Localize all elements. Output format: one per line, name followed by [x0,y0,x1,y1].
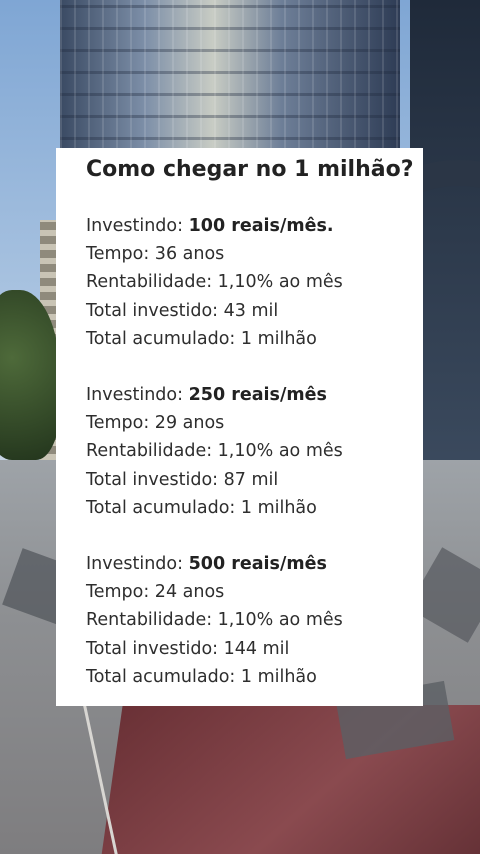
info-card: Como chegar no 1 milhão? Investindo: 100… [56,148,423,706]
return-line: Rentabilidade: 1,10% ao mês [86,441,343,462]
return-line: Rentabilidade: 1,10% ao mês [86,272,343,293]
total-accumulated-line: Total acumulado: 1 milhão [86,328,317,349]
card-title: Como chegar no 1 milhão? [86,157,414,182]
scenario-block: Investindo: 100 reais/mês. Tempo: 36 ano… [86,212,343,353]
scenario-block: Investindo: 500 reais/mês Tempo: 24 anos… [86,550,343,691]
investing-value: 250 reais/mês [188,385,327,405]
investing-value: 100 reais/mês. [188,216,334,236]
total-invested-line: Total investido: 43 mil [86,300,279,321]
total-invested-line: Total investido: 144 mil [86,638,290,659]
total-invested-line: Total investido: 87 mil [86,469,279,490]
return-line: Rentabilidade: 1,10% ao mês [86,610,343,631]
investing-value: 500 reais/mês [188,554,327,574]
investing-label: Investindo: [86,216,184,236]
investing-label: Investindo: [86,385,184,405]
total-accumulated-line: Total acumulado: 1 milhão [86,497,317,518]
time-line: Tempo: 29 anos [86,413,225,434]
investing-line: Investindo: 100 reais/mês. [86,212,343,240]
time-line: Tempo: 36 anos [86,244,225,265]
investing-label: Investindo: [86,554,184,574]
time-line: Tempo: 24 anos [86,582,225,603]
total-accumulated-line: Total acumulado: 1 milhão [86,666,317,687]
investing-line: Investindo: 250 reais/mês [86,381,343,409]
investing-line: Investindo: 500 reais/mês [86,550,343,578]
scenario-block: Investindo: 250 reais/mês Tempo: 29 anos… [86,381,343,522]
